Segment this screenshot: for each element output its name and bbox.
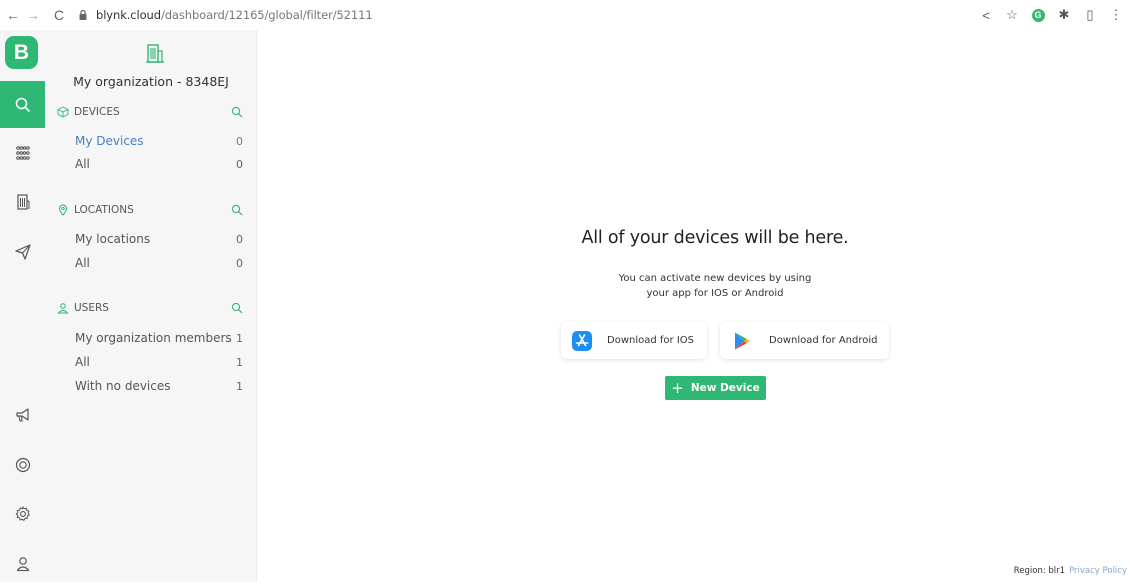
sidebar-item-all-users[interactable]: All 1 bbox=[75, 352, 243, 372]
browser-toolbar: ← → C blynk.cloud/dashboard/12165/global… bbox=[0, 0, 1130, 30]
section-users: USERS bbox=[57, 299, 243, 317]
download-ios-label: Download for IOS bbox=[607, 335, 694, 346]
footer: Region: blr1 Privacy Policy bbox=[1014, 566, 1127, 576]
organization-name[interactable]: My organization - 8348EJ bbox=[45, 74, 257, 89]
back-arrow-icon[interactable]: ← bbox=[4, 7, 22, 23]
empty-state-subtitle-line: You can activate new devices by using bbox=[618, 273, 812, 284]
download-ios-button[interactable]: Download for IOS bbox=[561, 322, 707, 359]
new-device-button[interactable]: + New Device bbox=[665, 376, 766, 400]
search-icon[interactable] bbox=[231, 106, 243, 118]
blynk-logo[interactable]: B bbox=[5, 36, 38, 69]
lock-icon bbox=[79, 9, 87, 20]
star-icon[interactable]: ☆ bbox=[1004, 7, 1020, 23]
sidebar-item-label: With no devices bbox=[75, 379, 171, 393]
search-icon[interactable] bbox=[231, 302, 243, 314]
sidebar-item-label: My Devices bbox=[75, 134, 144, 148]
rail-search-button[interactable] bbox=[0, 81, 45, 128]
rail-profile-button[interactable] bbox=[0, 540, 45, 587]
forward-arrow-icon[interactable]: → bbox=[24, 7, 42, 23]
puzzle-extensions-icon[interactable]: ✱ bbox=[1056, 7, 1072, 23]
new-device-label: New Device bbox=[690, 382, 760, 394]
privacy-policy-link[interactable]: Privacy Policy bbox=[1069, 566, 1127, 576]
megaphone-icon bbox=[15, 407, 29, 422]
empty-state-subtitle-line: your app for IOS or Android bbox=[646, 288, 784, 299]
lifebuoy-icon bbox=[15, 457, 30, 472]
rail-announcements-button[interactable] bbox=[0, 391, 45, 438]
sidebar-item-users-no-devices[interactable]: With no devices 1 bbox=[75, 376, 243, 396]
sidebar-item-my-devices[interactable]: My Devices 0 bbox=[75, 131, 243, 151]
settings-icon bbox=[15, 506, 30, 521]
send-icon bbox=[14, 243, 31, 260]
sidebar-item-my-locations[interactable]: My locations 0 bbox=[75, 229, 243, 249]
region-label: Region: blr1 bbox=[1013, 566, 1066, 576]
url-path: /dashboard/12165/global/filter/52111 bbox=[160, 8, 373, 22]
section-locations: LOCATIONS bbox=[57, 201, 243, 219]
url-host: blynk.cloud bbox=[96, 8, 161, 22]
sidebar-item-label: All bbox=[75, 355, 90, 369]
section-devices: DEVICES bbox=[57, 103, 243, 121]
rail-organization-button[interactable] bbox=[0, 178, 45, 225]
cube-icon bbox=[57, 106, 69, 118]
sidebar-item-all-devices[interactable]: All 0 bbox=[75, 154, 243, 174]
address-bar[interactable]: blynk.cloud/dashboard/12165/global/filte… bbox=[76, 4, 373, 26]
extension-grammarly-icon[interactable]: G bbox=[1030, 7, 1046, 23]
sidebar-item-count: 0 bbox=[236, 256, 243, 270]
plus-icon: + bbox=[671, 378, 684, 397]
google-play-icon bbox=[735, 332, 750, 349]
side-panel-icon[interactable]: ▯ bbox=[1082, 7, 1098, 23]
sidebar-item-label: My organization members bbox=[75, 331, 232, 345]
search-icon[interactable] bbox=[231, 204, 243, 216]
app-store-icon bbox=[572, 330, 592, 351]
section-locations-title: LOCATIONS bbox=[74, 204, 134, 216]
kebab-menu-icon[interactable]: ⋮ bbox=[1108, 7, 1124, 23]
url-text: blynk.cloud/dashboard/12165/global/filte… bbox=[96, 8, 373, 22]
sidebar-item-count: 1 bbox=[236, 331, 243, 345]
sidebar-item-count: 0 bbox=[236, 157, 243, 171]
sidebar-item-count: 1 bbox=[236, 379, 243, 393]
rail-messages-button[interactable] bbox=[0, 228, 45, 275]
location-pin-icon bbox=[58, 204, 68, 216]
building-icon bbox=[16, 193, 29, 210]
reload-icon[interactable]: C bbox=[50, 7, 68, 23]
sidebar-item-label: All bbox=[75, 157, 90, 171]
rail-devices-button[interactable] bbox=[0, 129, 45, 176]
sidebar-item-organization-members[interactable]: My organization members 1 bbox=[75, 328, 243, 348]
user-icon bbox=[16, 556, 29, 571]
sidebar-item-all-locations[interactable]: All 0 bbox=[75, 253, 243, 273]
section-users-title: USERS bbox=[74, 302, 109, 314]
search-icon bbox=[15, 97, 30, 112]
sidebar-item-count: 0 bbox=[236, 232, 243, 246]
sidebar-item-label: My locations bbox=[75, 232, 151, 246]
download-android-button[interactable]: Download for Android bbox=[720, 322, 889, 359]
grid-icon bbox=[15, 145, 30, 160]
sidebar: My organization - 8348EJ DEVICES My Devi… bbox=[45, 30, 257, 582]
organization-building-icon bbox=[146, 44, 164, 63]
user-icon bbox=[57, 303, 69, 314]
sidebar-item-count: 1 bbox=[236, 355, 243, 369]
rail-help-button[interactable] bbox=[0, 441, 45, 488]
section-devices-title: DEVICES bbox=[74, 106, 120, 118]
empty-state-title: All of your devices will be here. bbox=[581, 228, 849, 248]
empty-state-subtitle: You can activate new devices by using yo… bbox=[257, 271, 1130, 301]
share-icon[interactable]: < bbox=[978, 7, 994, 23]
rail-settings-button[interactable] bbox=[0, 490, 45, 537]
icon-rail: B bbox=[0, 30, 45, 582]
sidebar-item-label: All bbox=[75, 256, 90, 270]
download-android-label: Download for Android bbox=[769, 335, 878, 346]
sidebar-item-count: 0 bbox=[236, 134, 243, 148]
